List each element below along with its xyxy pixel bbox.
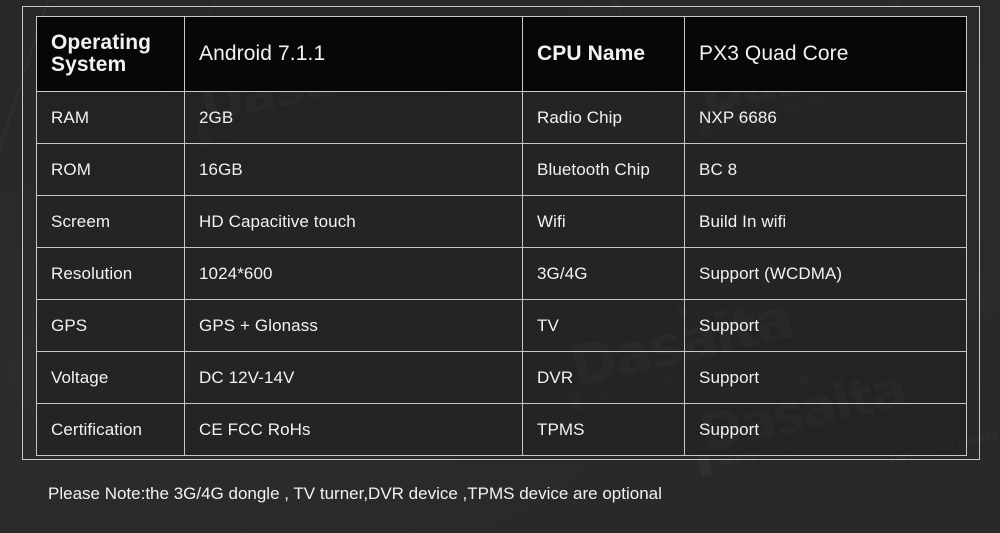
spec-value-bluetooth-chip: BC 8 bbox=[684, 143, 967, 196]
table-row: Resolution 1024*600 3G/4G Support (WCDMA) bbox=[36, 247, 967, 300]
table-row: Screem HD Capacitive touch Wifi Build In wi… bbox=[36, 195, 967, 248]
spec-label-tv: TV bbox=[522, 299, 685, 352]
spec-label-screem: Screem bbox=[36, 195, 185, 248]
spec-value-dvr: Support bbox=[684, 351, 967, 404]
page-background: Dasaita copyright by Dasaita |||| Dasait… bbox=[0, 0, 1000, 533]
spec-value-3g-4g: Support (WCDMA) bbox=[684, 247, 967, 300]
spec-value-resolution: 1024*600 bbox=[184, 247, 523, 300]
spec-label-certification: Certification bbox=[36, 403, 185, 456]
spec-value-radio-chip: NXP 6686 bbox=[684, 91, 967, 144]
spec-value-wifi: Build In wifi bbox=[684, 195, 967, 248]
spec-value-gps: GPS + Glonass bbox=[184, 299, 523, 352]
table-row: ROM 16GB Bluetooth Chip BC 8 bbox=[36, 143, 967, 196]
table-row: RAM 2GB Radio Chip NXP 6686 bbox=[36, 91, 967, 144]
spec-value-ram: 2GB bbox=[184, 91, 523, 144]
spec-label-bluetooth-chip: Bluetooth Chip bbox=[522, 143, 685, 196]
spec-label-resolution: Resolution bbox=[36, 247, 185, 300]
spec-value-tv: Support bbox=[684, 299, 967, 352]
spec-value-screem: HD Capacitive touch bbox=[184, 195, 523, 248]
spec-label-dvr: DVR bbox=[522, 351, 685, 404]
spec-value-tpms: Support bbox=[684, 403, 967, 456]
specification-table: Operating System Android 7.1.1 CPU Name … bbox=[36, 16, 967, 456]
footer-note: Please Note:the 3G/4G dongle , TV turner… bbox=[23, 461, 979, 527]
spec-label-cpu-name: CPU Name bbox=[522, 16, 685, 92]
spec-value-certification: CE FCC RoHs bbox=[184, 403, 523, 456]
spec-label-3g-4g: 3G/4G bbox=[522, 247, 685, 300]
spec-value-cpu-name: PX3 Quad Core bbox=[684, 16, 967, 92]
spec-value-voltage: DC 12V-14V bbox=[184, 351, 523, 404]
specification-table-body: Operating System Android 7.1.1 CPU Name … bbox=[36, 16, 967, 456]
spec-label-operating-system: Operating System bbox=[36, 16, 185, 92]
spec-label-voltage: Voltage bbox=[36, 351, 185, 404]
spec-value-rom: 16GB bbox=[184, 143, 523, 196]
spec-label-ram: RAM bbox=[36, 91, 185, 144]
spec-label-gps: GPS bbox=[36, 299, 185, 352]
footer-note-text: Please Note:the 3G/4G dongle , TV turner… bbox=[48, 484, 662, 503]
table-row-header: Operating System Android 7.1.1 CPU Name … bbox=[36, 16, 967, 92]
table-row: Voltage DC 12V-14V DVR Support bbox=[36, 351, 967, 404]
table-row: GPS GPS + Glonass TV Support bbox=[36, 299, 967, 352]
spec-label-wifi: Wifi bbox=[522, 195, 685, 248]
spec-label-rom: ROM bbox=[36, 143, 185, 196]
spec-value-operating-system: Android 7.1.1 bbox=[184, 16, 523, 92]
spec-label-tpms: TPMS bbox=[522, 403, 685, 456]
table-row: Certification CE FCC RoHs TPMS Support bbox=[36, 403, 967, 456]
spec-label-radio-chip: Radio Chip bbox=[522, 91, 685, 144]
